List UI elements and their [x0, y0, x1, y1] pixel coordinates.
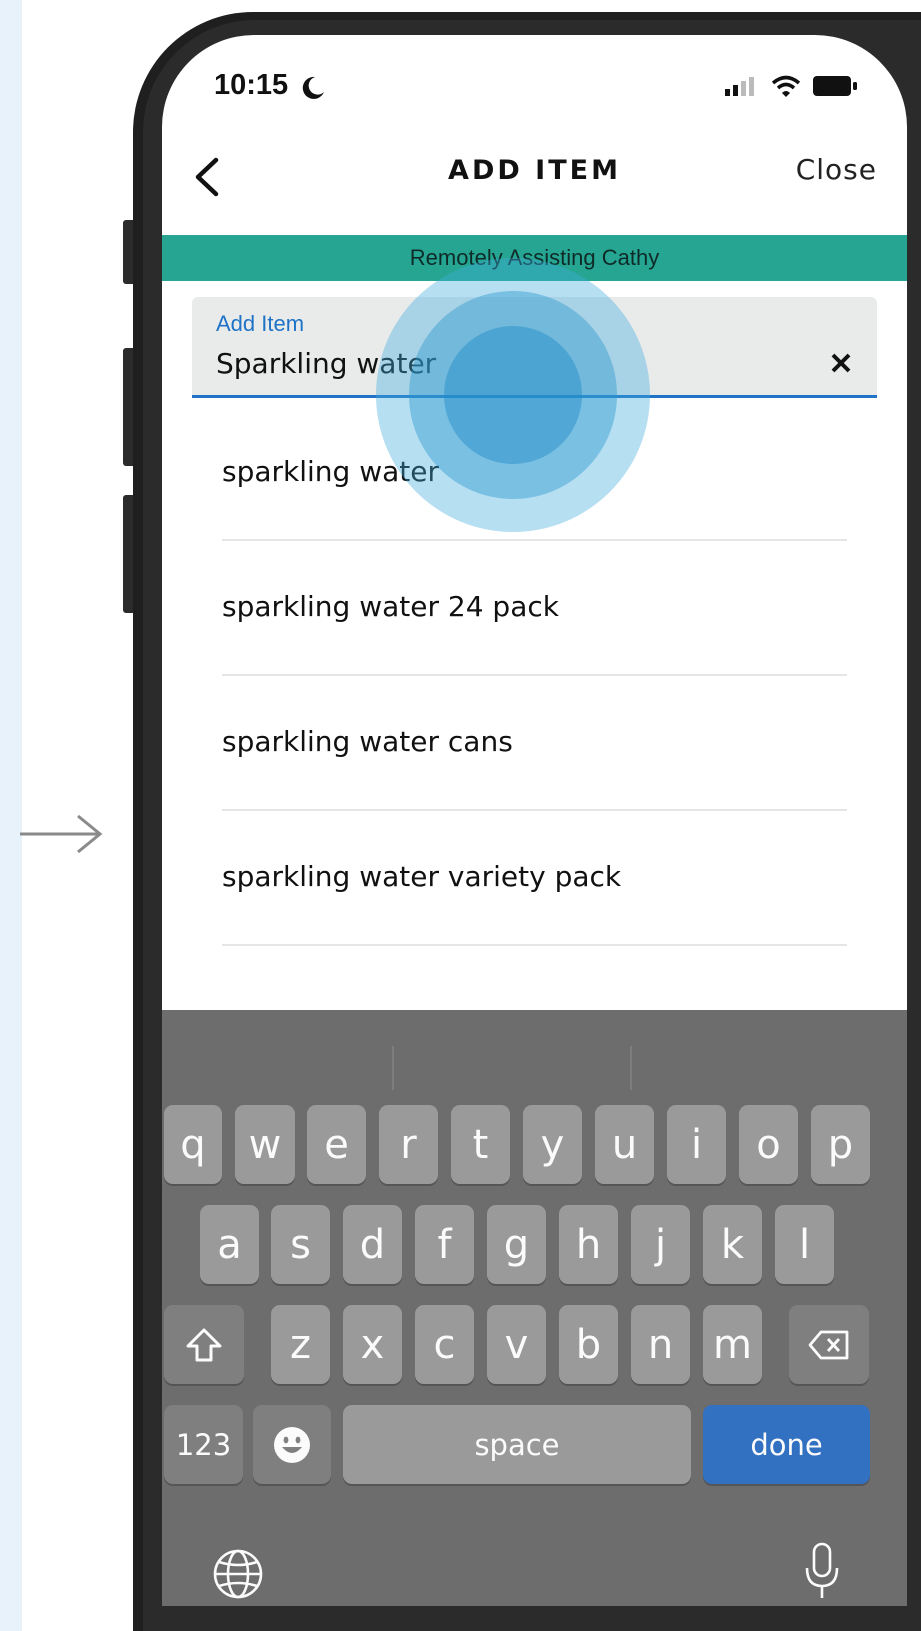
key[interactable]: r	[379, 1105, 438, 1184]
wifi-icon	[771, 75, 801, 97]
left-margin-strip	[0, 0, 22, 1631]
suggestion-item[interactable]: sparkling water variety pack	[222, 810, 847, 946]
key[interactable]: z	[271, 1305, 330, 1384]
suggestion-item[interactable]: sparkling water	[222, 405, 847, 541]
done-key[interactable]: done	[703, 1405, 870, 1484]
key[interactable]: b	[559, 1305, 618, 1384]
battery-icon	[813, 76, 857, 96]
key[interactable]: t	[451, 1105, 510, 1184]
key[interactable]: o	[739, 1105, 798, 1184]
key[interactable]: c	[415, 1305, 474, 1384]
status-icons	[725, 75, 857, 97]
key[interactable]: l	[775, 1205, 834, 1284]
delete-key[interactable]	[789, 1305, 869, 1384]
right-arrow-icon	[20, 814, 103, 854]
status-time: 10:15	[214, 69, 289, 101]
space-key[interactable]: space	[343, 1405, 691, 1484]
suggestion-item[interactable]: sparkling water 24 pack	[222, 540, 847, 676]
key[interactable]: y	[523, 1105, 582, 1184]
key[interactable]: g	[487, 1205, 546, 1284]
remote-assist-banner: Remotely Assisting Cathy	[162, 235, 907, 281]
add-item-label: Add Item	[216, 311, 305, 336]
key[interactable]: j	[631, 1205, 690, 1284]
key[interactable]: m	[703, 1305, 762, 1384]
key[interactable]: v	[487, 1305, 546, 1384]
phone-screen: 10:15 ADD ITEM Close Remotely Assisting …	[162, 35, 907, 1606]
emoji-key[interactable]	[253, 1405, 331, 1484]
suggestion-item[interactable]: sparkling water cans	[222, 675, 847, 811]
suggestion-label: sparkling water	[222, 455, 439, 488]
signal-icon	[725, 77, 754, 96]
key[interactable]: k	[703, 1205, 762, 1284]
key[interactable]: a	[200, 1205, 259, 1284]
key[interactable]: n	[631, 1305, 690, 1384]
suggestion-label: sparkling water 24 pack	[222, 590, 559, 623]
numbers-key[interactable]: 123	[164, 1405, 243, 1484]
key[interactable]: x	[343, 1305, 402, 1384]
close-icon[interactable]	[823, 345, 859, 381]
shift-icon	[186, 1328, 222, 1361]
suggestion-label: sparkling water cans	[222, 725, 513, 758]
key[interactable]: q	[164, 1105, 222, 1184]
keyboard: q w e r t y u i o p a s d f g h j k l z …	[162, 1010, 907, 1606]
moon-icon	[302, 76, 324, 99]
backspace-icon	[808, 1330, 849, 1359]
add-item-input[interactable]: Sparkling water	[216, 347, 436, 380]
microphone-icon[interactable]	[802, 1542, 842, 1600]
key[interactable]: u	[595, 1105, 654, 1184]
emoji-icon	[274, 1426, 310, 1463]
predictive-bar-divider	[392, 1046, 394, 1090]
key[interactable]: d	[343, 1205, 402, 1284]
add-item-field[interactable]: Add Item Sparkling water	[192, 297, 877, 398]
key[interactable]: i	[667, 1105, 726, 1184]
key[interactable]: f	[415, 1205, 474, 1284]
close-button[interactable]: Close	[796, 153, 877, 186]
predictive-bar-divider	[630, 1046, 632, 1090]
key[interactable]: s	[271, 1205, 330, 1284]
shift-key[interactable]	[164, 1305, 244, 1384]
key[interactable]: e	[307, 1105, 366, 1184]
key[interactable]: w	[235, 1105, 295, 1184]
key[interactable]: h	[559, 1205, 618, 1284]
key[interactable]: p	[811, 1105, 870, 1184]
suggestion-label: sparkling water variety pack	[222, 860, 622, 893]
globe-icon[interactable]	[212, 1548, 264, 1600]
